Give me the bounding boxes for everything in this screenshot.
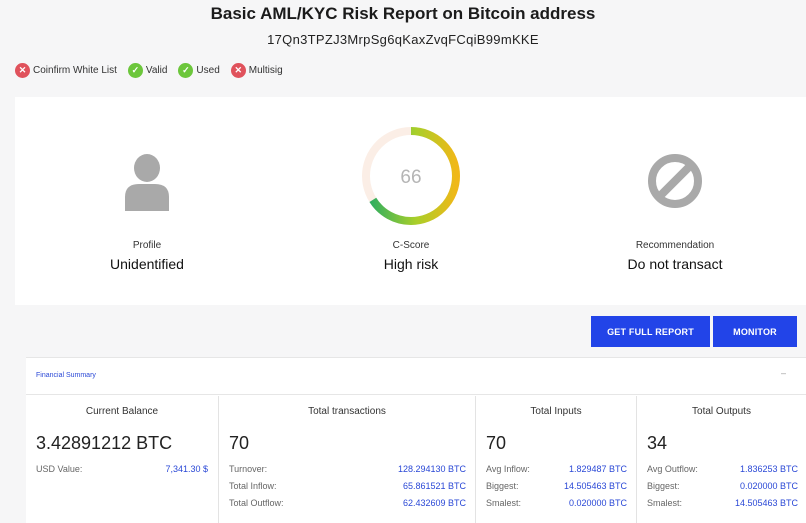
recommendation-value: Do not transact xyxy=(627,256,723,272)
outputs-value: 34 xyxy=(647,433,668,453)
recommendation-label: Recommendation xyxy=(635,240,715,251)
report-title: Basic AML/KYC Risk Report on Bitcoin add… xyxy=(210,4,596,23)
get-full-report-button[interactable]: GET FULL REPORT xyxy=(591,316,710,347)
row-value: 128.294130 BTC xyxy=(397,464,466,474)
badge-label: Multisig xyxy=(248,65,283,76)
transactions-column: Total transactions 70 Turnover: 128.2941… xyxy=(218,396,475,523)
row-value: 0.020000 BTC xyxy=(568,498,627,508)
inputs-column: Total Inputs 70 Avg Inflow: 1.829487 BTC… xyxy=(475,396,636,523)
row-value: 62.432609 BTC xyxy=(402,498,466,508)
cscore-column: 66 C-Score High risk xyxy=(279,97,543,305)
risk-summary-panel: Profile Unidentified 66 C-Score High ris… xyxy=(15,97,806,305)
inputs-value: 70 xyxy=(486,433,507,453)
profile-label: Profile xyxy=(132,240,162,251)
badge-used: ✓ Used xyxy=(178,63,220,78)
financial-summary-header[interactable]: Financial Summary – xyxy=(26,358,806,395)
row-label: Biggest: xyxy=(647,481,680,491)
row-label: Biggest: xyxy=(486,481,519,491)
transactions-value: 70 xyxy=(229,433,250,453)
row-label: Total Outflow: xyxy=(229,498,284,508)
outputs-column: Total Outputs 34 Avg Outflow: 1.836253 B… xyxy=(636,396,806,523)
row-label: Avg Outflow: xyxy=(647,464,698,474)
profile-column: Profile Unidentified xyxy=(15,97,279,305)
badge-label: Used xyxy=(196,65,220,76)
row-label: Total Inflow: xyxy=(229,481,277,491)
badge-multisig: ✕ Multisig xyxy=(230,63,283,78)
profile-value: Unidentified xyxy=(110,256,184,272)
row-label: Smalest: xyxy=(647,498,683,508)
row-label: Smalest: xyxy=(486,498,522,508)
table-row: Smalest: 0.020000 BTC xyxy=(486,498,627,508)
row-value: 14.505463 BTC xyxy=(734,498,798,508)
row-label: Avg Inflow: xyxy=(486,464,530,474)
table-row: Biggest: 0.020000 BTC xyxy=(647,481,798,491)
monitor-button[interactable]: MONITOR xyxy=(713,316,797,347)
inputs-heading: Total Inputs xyxy=(530,406,582,417)
section-title: Financial Summary xyxy=(36,372,96,379)
badge-valid: ✓ Valid xyxy=(127,63,168,78)
status-badges: ✕ Coinfirm White List ✓ Valid ✓ Used ✕ M… xyxy=(15,63,294,78)
transactions-heading: Total transactions xyxy=(308,406,386,417)
x-circle-icon: ✕ xyxy=(230,63,246,78)
badge-whitelist: ✕ Coinfirm White List xyxy=(15,63,117,78)
balance-column: Current Balance 3.42891212 BTC USD Value… xyxy=(26,396,218,523)
check-circle-icon: ✓ xyxy=(178,63,194,78)
row-value: 0.020000 BTC xyxy=(739,481,798,491)
row-label: Turnover: xyxy=(229,464,268,474)
badge-label: Coinfirm White List xyxy=(33,65,117,76)
row-value: 1.836253 BTC xyxy=(739,464,798,474)
user-icon xyxy=(125,154,169,211)
usd-row: USD Value: 7,341.30 $ xyxy=(36,464,208,474)
score-number: 66 xyxy=(400,167,421,188)
usd-value: 7,341.30 $ xyxy=(165,464,208,474)
table-row: Smalest: 14.505463 BTC xyxy=(647,498,798,508)
table-row: Turnover: 128.294130 BTC xyxy=(229,464,466,474)
check-circle-icon: ✓ xyxy=(127,63,143,78)
recommendation-column: Recommendation Do not transact xyxy=(543,97,806,305)
row-value: 1.829487 BTC xyxy=(568,464,627,474)
usd-label: USD Value: xyxy=(36,464,83,474)
x-circle-icon: ✕ xyxy=(15,63,30,78)
collapse-icon[interactable]: – xyxy=(781,368,786,378)
table-row: Total Outflow: 62.432609 BTC xyxy=(229,498,466,508)
table-row: Total Inflow: 65.861521 BTC xyxy=(229,481,466,491)
prohibited-icon xyxy=(648,154,702,208)
table-row: Avg Outflow: 1.836253 BTC xyxy=(647,464,798,474)
balance-value: 3.42891212 BTC xyxy=(36,433,173,453)
row-value: 14.505463 BTC xyxy=(563,481,627,491)
outputs-heading: Total Outputs xyxy=(692,406,751,417)
table-row: Avg Inflow: 1.829487 BTC xyxy=(486,464,627,474)
cscore-value: High risk xyxy=(383,256,439,272)
gauge-icon: 66 xyxy=(362,127,460,225)
financial-summary: Financial Summary – Current Balance 3.42… xyxy=(26,357,806,523)
table-row: Biggest: 14.505463 BTC xyxy=(486,481,627,491)
balance-heading: Current Balance xyxy=(85,406,159,417)
cscore-label: C-Score xyxy=(392,240,430,251)
bitcoin-address: 17Qn3TPZJ3MrpSg6qKaxZvqFCqiB99mKKE xyxy=(267,32,539,47)
badge-label: Valid xyxy=(145,65,168,76)
row-value: 65.861521 BTC xyxy=(402,481,466,491)
